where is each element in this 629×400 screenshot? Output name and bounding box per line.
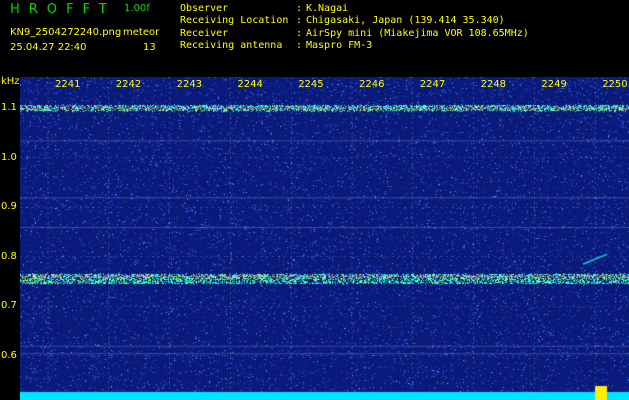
file-name: KN9_2504272240.png [10, 27, 122, 38]
y-tick-label: 1.1 [1, 102, 17, 114]
meteor-label: meteor [123, 27, 160, 38]
x-tick-label: 2244 [237, 79, 263, 90]
info-row-receiver: Receiver: AirSpy mini (Miakejima VOR 108.… [180, 27, 529, 39]
info-row-location: Receiving Location: Chigasaki, Japan (139… [180, 15, 505, 27]
observation-info: Observer: K.Nagai Receiving Location: Chig… [180, 3, 529, 53]
x-tick-label: 2242 [115, 79, 142, 90]
x-tick-label: 2245 [298, 79, 324, 90]
y-tick-label: 0.7 [1, 300, 17, 312]
x-tick-label: 2249 [541, 79, 567, 90]
x-tick-label: 2247 [419, 79, 446, 90]
x-tick-label: 2246 [359, 79, 385, 90]
header-panel: HROFFT 1.00f KN9_2504272240.png 25.04.27… [0, 0, 629, 76]
info-row-antenna: Receiving antenna: Maspro FM-3 [180, 40, 373, 52]
y-tick-label: 0.9 [1, 201, 17, 213]
y-tick-label: 0.6 [1, 349, 17, 361]
x-tick-label: 2248 [480, 79, 507, 90]
spectrogram-overlay [20, 77, 629, 400]
app-version: 1.00f [124, 3, 150, 14]
timestamp: 25.04.27 22:40 [10, 42, 87, 53]
y-tick-label: 0.8 [1, 250, 17, 262]
y-tick-label: 1.0 [1, 151, 17, 163]
meteor-count: 13 [143, 42, 156, 53]
x-tick-label: 2243 [176, 79, 203, 90]
x-tick-label: 2241 [55, 79, 81, 90]
app-title: HROFFT [10, 2, 116, 17]
x-tick-label: 2250 [602, 79, 628, 90]
info-row-observer: Observer: K.Nagai [180, 3, 349, 14]
y-axis-title: kHz [1, 76, 20, 87]
